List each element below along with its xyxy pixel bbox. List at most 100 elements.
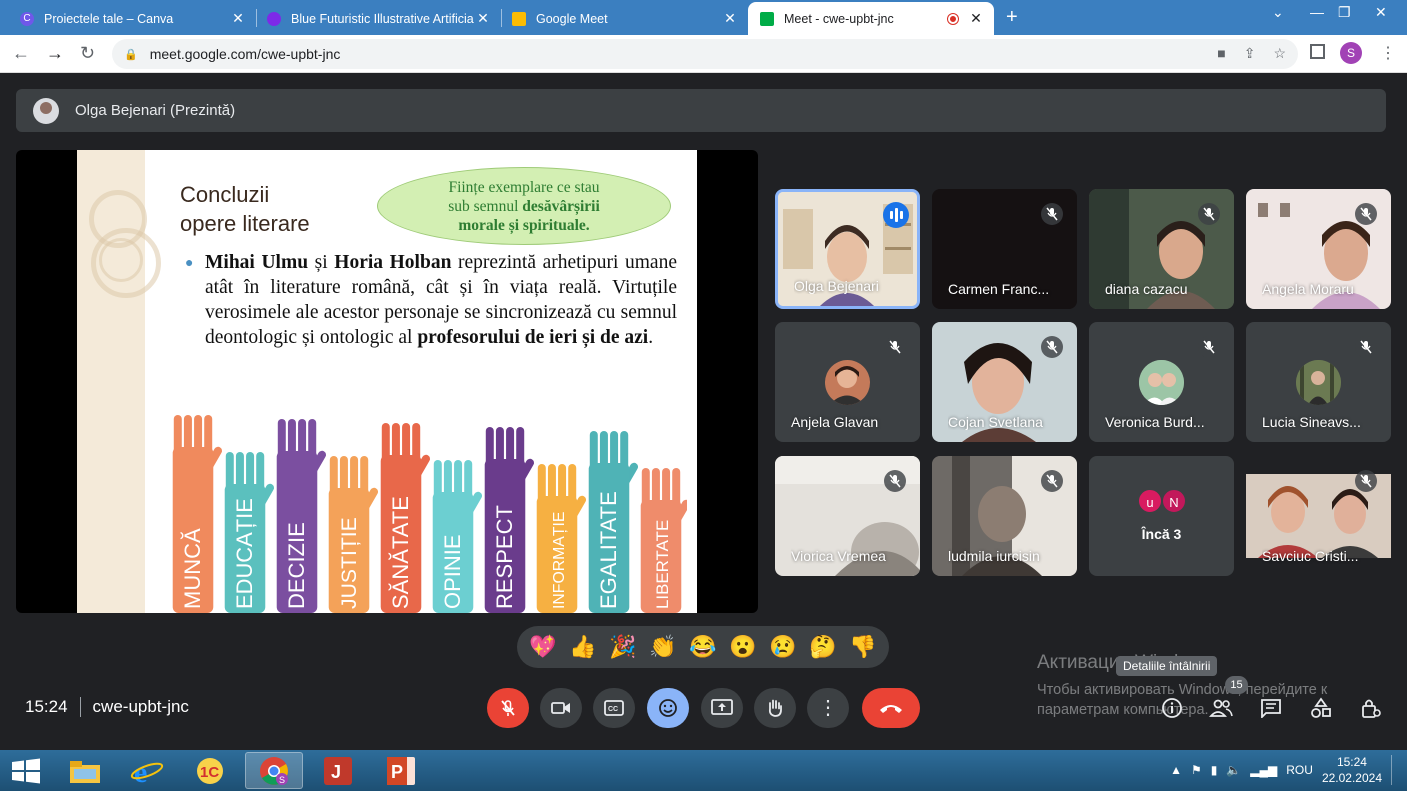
tab-canva-design[interactable]: Blue Futuristic Illustrative Artificia ✕ [257, 2, 501, 35]
taskbar-powerpoint[interactable]: P [372, 752, 430, 789]
restore-button[interactable]: ❐ [1338, 4, 1351, 21]
internet-explorer-icon: e [130, 756, 164, 786]
reaction-thumbs-down[interactable]: 👎 [849, 634, 876, 660]
leave-call-button[interactable] [862, 688, 920, 728]
more-participants-tile[interactable]: u N Încă 3 [1089, 456, 1234, 576]
chevron-up-icon[interactable]: ▲ [1170, 763, 1182, 777]
host-controls-button[interactable] [1357, 694, 1385, 722]
reaction-laugh[interactable]: 😂 [689, 634, 716, 660]
reaction-thinking[interactable]: 🤔 [809, 634, 836, 660]
captions-button[interactable]: CC [593, 688, 635, 728]
battery-icon[interactable]: ▮ [1211, 763, 1218, 777]
signal-icon[interactable]: ▂▄▆ [1250, 763, 1277, 777]
forward-button[interactable]: → [46, 43, 64, 64]
people-button[interactable] [1207, 694, 1235, 722]
reaction-surprised[interactable]: 😮 [729, 634, 756, 660]
chat-icon [1261, 699, 1281, 718]
avatar: u [1137, 488, 1163, 514]
back-button[interactable]: ← [12, 43, 30, 64]
mic-off-icon [1041, 203, 1063, 225]
tab-title: Meet - cwe-upbt-jnc [784, 11, 894, 26]
avatar [1139, 360, 1184, 405]
language-indicator[interactable]: ROU [1286, 763, 1313, 777]
present-screen-button[interactable] [701, 688, 743, 728]
url-field[interactable]: 🔒 meet.google.com/cwe-upbt-jnc ■ ⇪ ☆ [112, 39, 1298, 69]
taskbar-app-red[interactable]: J [309, 752, 367, 789]
mic-toggle-button[interactable] [487, 688, 529, 728]
tab-google-meet[interactable]: Google Meet ✕ [502, 2, 748, 35]
taskbar-internet-explorer[interactable]: e [118, 752, 176, 789]
participant-tile[interactable]: diana cazacu [1089, 189, 1234, 309]
tab-title: Blue Futuristic Illustrative Artificia [291, 11, 474, 26]
close-icon[interactable]: ✕ [968, 10, 984, 27]
raise-hand-button[interactable] [754, 688, 796, 728]
clock[interactable]: 15:24 22.02.2024 [1322, 754, 1382, 786]
reactions-button[interactable] [647, 688, 689, 728]
taskbar-file-explorer[interactable] [56, 752, 114, 789]
meeting-details-button[interactable] [1158, 694, 1186, 722]
tab-canva-projects[interactable]: C Proiectele tale – Canva ✕ [0, 2, 256, 35]
camera-toggle-button[interactable] [540, 688, 582, 728]
reaction-clap[interactable]: 👏 [649, 634, 676, 660]
profile-avatar[interactable]: S [1340, 42, 1362, 64]
presentation-stage[interactable]: Concluzii opere literare Ființe exemplar… [16, 150, 758, 613]
window-close-button[interactable]: ✕ [1375, 4, 1387, 21]
1c-app-icon: 1C [197, 757, 223, 784]
hand-word-label: EDUCAȚIE [232, 498, 257, 609]
taskbar-1c-app[interactable]: 1C [181, 752, 239, 789]
participant-name: Olga Bejenari [794, 278, 879, 294]
reaction-sad[interactable]: 😢 [769, 634, 796, 660]
kebab-menu-icon[interactable]: ⋮ [1380, 43, 1396, 63]
more-options-button[interactable]: ⋮ [807, 688, 849, 728]
participant-avatars: u N [1137, 488, 1187, 514]
participant-tile[interactable]: Carmen Franc... [932, 189, 1077, 309]
info-icon [1162, 698, 1182, 718]
close-icon[interactable]: ✕ [475, 10, 491, 27]
close-icon[interactable]: ✕ [722, 10, 738, 27]
tab-meet-active[interactable]: Meet - cwe-upbt-jnc ✕ [748, 2, 994, 35]
shapes-icon [1311, 697, 1331, 718]
avatar: N [1161, 488, 1187, 514]
network-flag-icon[interactable]: ⚑ [1191, 763, 1202, 777]
chrome-icon: S [260, 756, 288, 785]
slide-callout: Ființe exemplare ce stau sub semnul desă… [377, 167, 671, 245]
participant-tile[interactable]: Savciuc Cristi... [1246, 456, 1391, 576]
raised-hand: DECIZIE [276, 419, 327, 613]
presenter-label: Olga Bejenari (Prezintă) [75, 102, 236, 119]
participant-tile[interactable]: Viorica Vremea [775, 456, 920, 576]
meeting-time: 15:24 [25, 697, 68, 716]
svg-text:1C: 1C [200, 764, 219, 781]
participant-tile[interactable]: Veronica Burd... [1089, 322, 1234, 442]
participant-tile[interactable]: Angela Moraru [1246, 189, 1391, 309]
raised-hand: LIBERTATE [640, 468, 687, 613]
new-tab-button[interactable]: + [1006, 6, 1018, 29]
participant-tile[interactable]: ludmila iurcisin [932, 456, 1077, 576]
mic-off-icon [1355, 203, 1377, 225]
participant-tile[interactable]: Cojan Svetlana [932, 322, 1077, 442]
participant-tile[interactable]: Olga Bejenari [775, 189, 920, 309]
chevron-down-icon[interactable]: ⌄ [1272, 4, 1284, 21]
participant-name: Cojan Svetlana [948, 414, 1043, 430]
side-panel-icon[interactable] [1310, 44, 1325, 59]
reaction-heart[interactable]: 💖 [529, 634, 556, 660]
participant-tile[interactable]: Anjela Glavan [775, 322, 920, 442]
activities-button[interactable] [1307, 694, 1335, 722]
close-icon[interactable]: ✕ [230, 10, 246, 27]
avatar [1296, 360, 1341, 405]
volume-icon[interactable]: 🔈 [1226, 763, 1241, 777]
minimize-button[interactable]: — [1310, 4, 1324, 20]
camera-icon[interactable]: ■ [1217, 45, 1225, 62]
slide: Concluzii opere literare Ființe exemplar… [77, 150, 697, 613]
windows-taskbar: e 1C S J P ▲ ⚑ ▮ 🔈 ▂▄▆ ROU 15:24 22.02.2… [0, 750, 1407, 791]
bookmark-star-icon[interactable]: ☆ [1273, 45, 1286, 62]
start-button[interactable] [10, 758, 42, 789]
share-icon[interactable]: ⇪ [1244, 45, 1256, 62]
lock-person-icon [1362, 699, 1381, 718]
participant-tile[interactable]: Lucia Sineavs... [1246, 322, 1391, 442]
chat-button[interactable] [1257, 694, 1285, 722]
taskbar-chrome[interactable]: S [245, 752, 303, 789]
show-desktop-button[interactable] [1391, 755, 1397, 785]
reaction-party[interactable]: 🎉 [609, 634, 636, 660]
reaction-thumbs-up[interactable]: 👍 [569, 634, 596, 660]
reload-button[interactable]: ↻ [80, 43, 95, 64]
